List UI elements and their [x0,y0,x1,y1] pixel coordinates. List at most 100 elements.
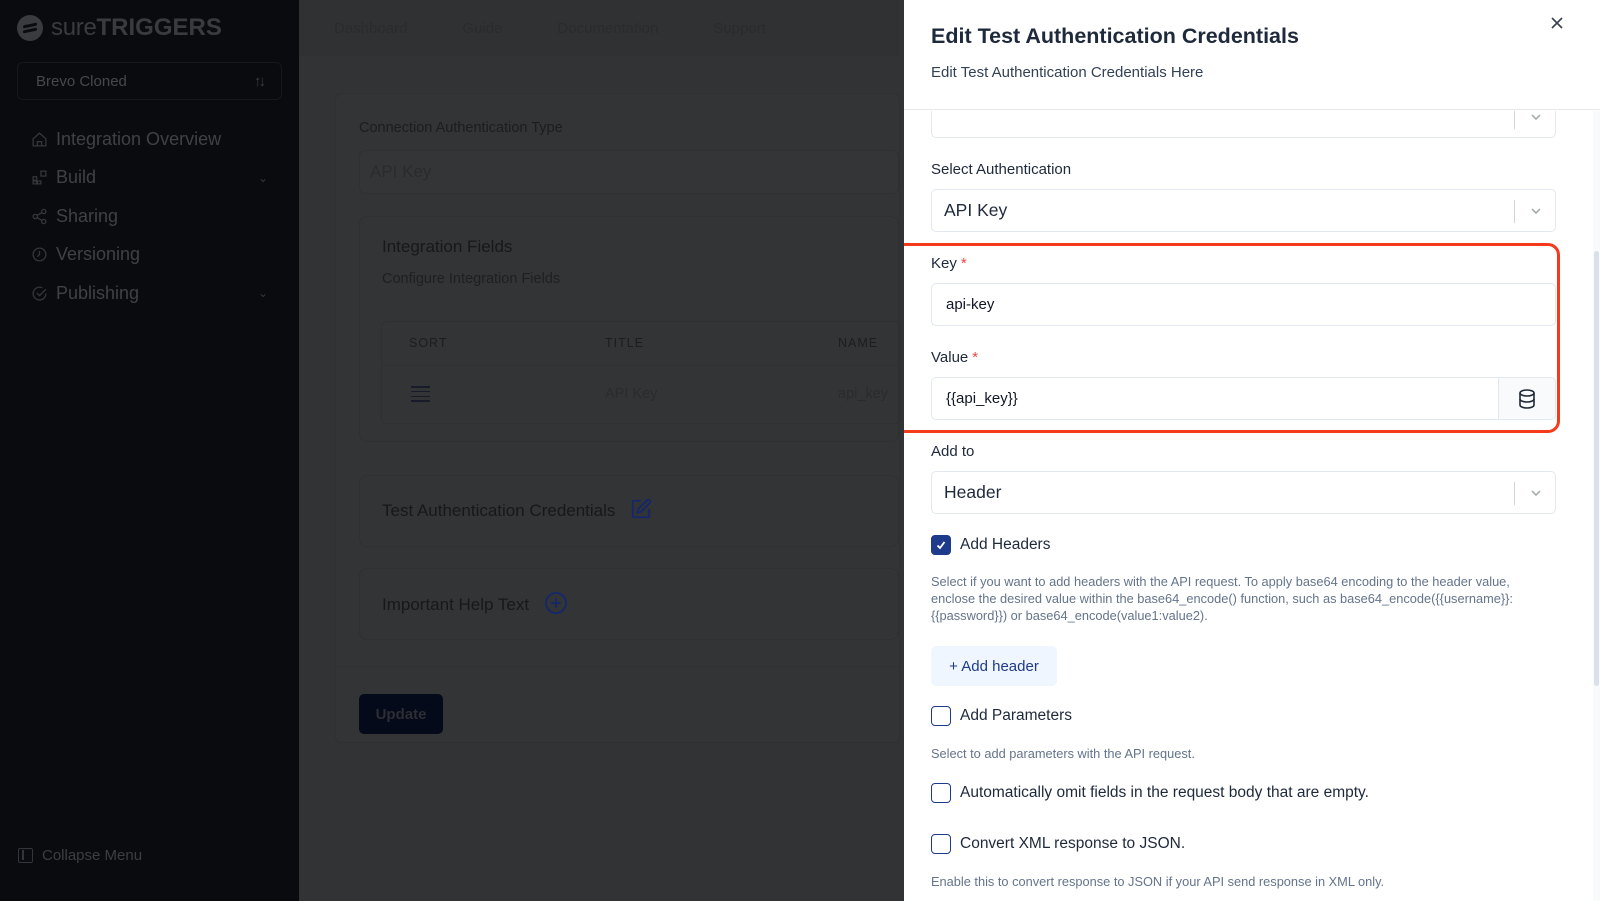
add-headers-label: Add Headers [960,536,1051,553]
help-text-title: Important Help Text [382,591,568,620]
checkbox-unchecked[interactable] [931,783,951,803]
integration-fields-section: Integration Fields Configure Integration… [359,216,901,442]
add-to-label: Add to [931,443,975,460]
integration-fields-subtitle: Configure Integration Fields [382,271,561,287]
add-parameters-help: Select to add parameters with the API re… [931,746,1195,761]
value-label: Value * [931,349,979,366]
sidebar-item-versioning[interactable]: Versioning [30,236,270,275]
test-credentials-section: Test Authentication Credentials [359,475,899,547]
sidebar-item-label: Build [56,167,97,188]
key-input[interactable] [931,283,1556,326]
checkbox-unchecked[interactable] [931,834,951,854]
divider [1514,482,1515,505]
value-field [931,377,1556,420]
chevron-down-icon: ⌄ [257,286,268,301]
key-label: Key * [931,255,967,272]
blocks-icon [30,169,48,187]
sidebar-item-sharing[interactable]: Sharing [30,197,270,236]
swap-arrows-icon: ↑↓ [254,72,266,90]
edit-icon[interactable] [630,498,652,525]
add-to-dropdown[interactable]: Header [931,471,1556,514]
table-cell-name: api_key [838,386,888,402]
collapse-sidebar-icon [18,848,33,863]
column-header-sort: SORT [409,336,448,350]
chevron-down-icon [1531,114,1541,121]
select-authentication-dropdown[interactable]: API Key [931,189,1556,232]
drawer-subtitle: Edit Test Authentication Credentials Her… [931,64,1204,81]
connection-auth-type-select[interactable]: API Key [359,150,899,194]
convert-xml-checkbox[interactable]: Convert XML response to JSON. [931,834,1185,854]
drawer-header: Edit Test Authentication Credentials Edi… [904,0,1600,110]
column-header-name: NAME [838,336,879,350]
add-to-value: Header [944,482,1002,502]
required-asterisk: * [972,349,979,366]
integration-fields-title: Integration Fields [382,237,513,256]
add-parameters-checkbox[interactable]: Add Parameters [931,706,1072,726]
drag-handle-icon[interactable] [411,386,430,402]
integration-fields-table: SORT TITLE NAME API Key api_key [381,321,901,424]
topnav-dashboard[interactable]: Dashboard [334,20,407,37]
add-parameters-label: Add Parameters [960,707,1072,724]
home-icon [30,130,48,148]
test-credentials-title: Test Authentication Credentials [382,498,652,525]
required-asterisk: * [960,255,967,272]
help-text-section: Important Help Text [359,568,899,640]
sidebar-item-publishing[interactable]: Publishing ⌄ [30,274,270,313]
close-icon[interactable] [1548,14,1566,32]
drawer-body: Select Authentication API Key Key* Value… [904,111,1600,901]
edit-credentials-drawer: Edit Test Authentication Credentials Edi… [904,0,1600,901]
insert-variable-button[interactable] [1498,378,1555,419]
add-headers-help: Select if you want to add headers with t… [931,574,1513,623]
convert-xml-label: Convert XML response to JSON. [960,835,1186,852]
update-button[interactable]: Update [359,694,443,734]
convert-xml-help: Enable this to convert response to JSON … [931,874,1385,889]
drawer-title: Edit Test Authentication Credentials [931,24,1299,48]
topnav-guide[interactable]: Guide [462,20,502,37]
connection-auth-type-value: API Key [370,162,432,181]
checkbox-unchecked[interactable] [931,706,951,726]
scrollbar-thumb[interactable] [1594,251,1599,686]
column-header-title: TITLE [605,336,645,350]
topnav-documentation[interactable]: Documentation [557,20,658,37]
project-switcher[interactable]: Brevo Cloned ↑↓ [17,62,282,100]
select-authentication-label: Select Authentication [931,161,1072,178]
add-header-button[interactable]: + Add header [931,646,1057,686]
share-icon [30,207,48,225]
sidebar: sureTRIGGERS Brevo Cloned ↑↓ Integration… [0,0,299,901]
chevron-down-icon [1531,490,1541,497]
chevron-down-icon [1531,208,1541,215]
add-circle-icon[interactable] [544,591,568,620]
sidebar-item-label: Sharing [56,205,119,226]
omit-empty-fields-checkbox[interactable]: Automatically omit fields in the request… [931,783,1369,803]
collapse-menu-label: Collapse Menu [42,847,143,864]
topnav-support[interactable]: Support [713,20,766,37]
add-headers-checkbox[interactable]: Add Headers [931,535,1050,555]
top-navigation: Dashboard Guide Documentation Support [299,0,899,56]
scrollbar[interactable] [1593,111,1600,901]
partial-select[interactable] [931,111,1556,138]
divider [1514,200,1515,223]
logo-text: sureTRIGGERS [51,14,222,41]
database-icon [1519,388,1535,409]
sidebar-item-label: Versioning [56,244,141,265]
sidebar-item-integration-overview[interactable]: Integration Overview [30,120,270,159]
check-circle-icon [30,284,48,302]
clock-icon [30,246,48,264]
project-name: Brevo Cloned [36,72,127,90]
omit-empty-fields-label: Automatically omit fields in the request… [960,784,1369,801]
connection-auth-type-label: Connection Authentication Type [359,120,563,136]
checkbox-checked[interactable] [931,535,951,555]
checkmark-icon [936,541,946,550]
chevron-down-icon: ⌄ [257,170,268,185]
select-authentication-value: API Key [944,200,1008,220]
divider [1514,111,1515,129]
logo-icon [17,15,43,41]
collapse-menu-button[interactable]: Collapse Menu [18,847,142,864]
value-input[interactable] [932,378,1498,419]
sidebar-item-build[interactable]: Build ⌄ [30,159,270,198]
suretriggers-logo[interactable]: sureTRIGGERS [17,14,222,42]
divider [335,666,900,667]
divider [382,365,900,366]
sidebar-item-label: Publishing [56,282,140,303]
sidebar-item-label: Integration Overview [56,128,222,149]
